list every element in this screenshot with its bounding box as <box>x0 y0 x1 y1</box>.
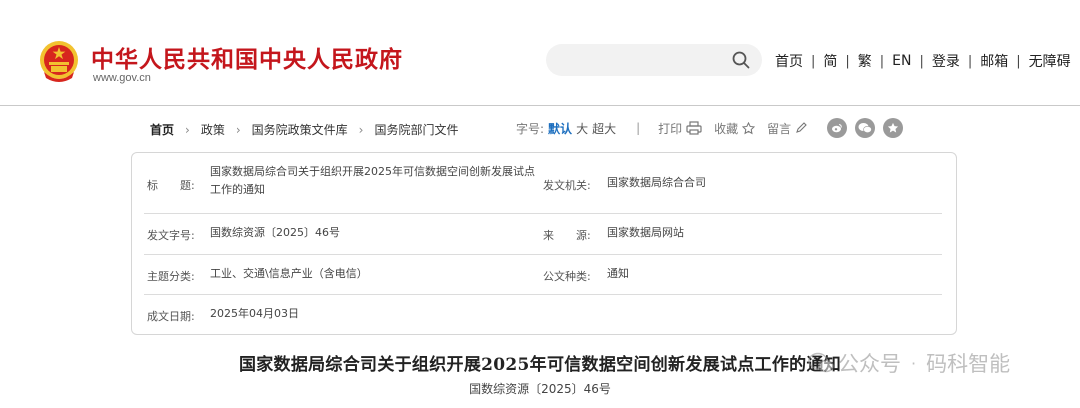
issuer-value: 国家数据局综合合司 <box>607 176 706 189</box>
breadcrumb-home[interactable]: 首页 <box>150 121 174 138</box>
nav-simplified[interactable]: 简 <box>823 51 837 71</box>
nav-login[interactable]: 登录 <box>932 51 960 71</box>
chevron-right-icon: › <box>235 122 241 137</box>
wechat-watermark-icon <box>808 352 834 373</box>
type-value: 通知 <box>607 267 629 280</box>
top-nav: 首页 | 简 | 繁 | EN | 登录 | 邮箱 | 无障碍 <box>775 51 1071 71</box>
info-row-date: 成文日期: 2025年04月03日 <box>144 295 942 335</box>
pencil-icon <box>796 122 807 133</box>
favorite-label: 收藏 <box>714 121 739 136</box>
nav-separator: | <box>811 53 816 69</box>
national-emblem-icon[interactable] <box>38 38 80 84</box>
info-row-topic: 主题分类: 工业、交通\信息产业（含电信） 公文种类: 通知 <box>144 255 942 295</box>
nav-separator: | <box>845 53 850 69</box>
nav-separator: | <box>1016 53 1021 69</box>
star-outline-icon <box>742 121 756 134</box>
nav-separator: | <box>967 53 973 69</box>
title-value: 国家数据局综合司关于组织开展2025年可信数据空间创新发展试点工作的通知 <box>210 165 535 196</box>
source-value: 国家数据局网站 <box>607 226 684 239</box>
nav-english[interactable]: EN <box>892 53 911 69</box>
topic-value: 工业、交通\信息产业（含电信） <box>210 267 368 280</box>
date-label: 成文日期: <box>147 310 195 323</box>
nav-accessibility[interactable]: 无障碍 <box>1029 51 1071 71</box>
nav-separator: | <box>919 53 924 69</box>
tools-separator: | <box>636 121 641 135</box>
site-header: 中华人民共和国中央人民政府 www.gov.cn 首页 | 简 | 繁 | EN… <box>0 0 1080 106</box>
date-value: 2025年04月03日 <box>210 307 299 320</box>
breadcrumb-policy-library[interactable]: 国务院政策文件库 <box>252 121 348 138</box>
chevron-right-icon: › <box>185 122 190 137</box>
favorite-button[interactable]: 收藏 <box>714 120 756 137</box>
source-label: 来 源: <box>543 229 591 242</box>
nav-mail[interactable]: 邮箱 <box>980 51 1008 71</box>
breadcrumb-department-docs[interactable]: 国务院部门文件 <box>374 121 458 138</box>
nav-home[interactable]: 首页 <box>775 51 803 71</box>
watermark-left: 公众号 <box>838 352 901 376</box>
chevron-right-icon: › <box>358 122 364 137</box>
breadcrumb-policy[interactable]: 政策 <box>201 121 225 138</box>
comment-label: 留言 <box>767 121 792 136</box>
font-size-xlarge[interactable]: 超大 <box>592 120 616 137</box>
font-size-label: 字号: <box>516 121 545 136</box>
breadcrumb-bar: 首页 › 政策 › 国务院政策文件库 › 国务院部门文件 字号: 默认 大 超大… <box>0 116 1080 142</box>
site-url[interactable]: www.gov.cn <box>93 72 151 84</box>
breadcrumb: 首页 › 政策 › 国务院政策文件库 › 国务院部门文件 <box>150 121 459 138</box>
watermark: 公众号 · 码科智能 <box>808 348 1010 378</box>
weibo-icon[interactable] <box>827 118 848 138</box>
title-label: 标 题: <box>147 179 195 192</box>
search-icon[interactable] <box>732 51 750 69</box>
print-button[interactable]: 打印 <box>658 120 702 137</box>
search-input[interactable] <box>546 44 762 76</box>
info-row-docno: 发文字号: 国数综资源〔2025〕46号 来 源: 国家数据局网站 <box>144 214 942 255</box>
type-label: 公文种类: <box>543 270 591 283</box>
article-tools: 字号: 默认 大 超大 | 打印 收藏 留言 <box>516 118 904 138</box>
nav-traditional[interactable]: 繁 <box>858 51 872 71</box>
issuer-label: 发文机关: <box>543 179 591 192</box>
info-row-title: 标 题: 国家数据局综合司关于组织开展2025年可信数据空间创新发展试点工作的通… <box>144 153 942 214</box>
font-size-large[interactable]: 大 <box>576 120 588 137</box>
nav-separator: | <box>879 53 885 69</box>
comment-button[interactable]: 留言 <box>767 120 807 137</box>
site-title[interactable]: 中华人民共和国中央人民政府 <box>91 40 403 74</box>
watermark-right: 码科智能 <box>926 352 1011 376</box>
document-info-table: 标 题: 国家数据局综合司关于组织开展2025年可信数据空间创新发展试点工作的通… <box>131 152 957 335</box>
font-size-default[interactable]: 默认 <box>548 120 572 137</box>
article-doc-number: 国数综资源〔2025〕46号 <box>469 382 611 396</box>
topic-label: 主题分类: <box>147 270 195 283</box>
wechat-icon[interactable] <box>855 118 876 138</box>
watermark-dot: · <box>911 353 917 373</box>
star-share-icon[interactable] <box>883 118 904 138</box>
docno-value: 国数综资源〔2025〕46号 <box>210 226 340 239</box>
printer-icon <box>686 121 702 135</box>
print-label: 打印 <box>658 121 683 136</box>
docno-label: 发文字号: <box>147 229 195 242</box>
